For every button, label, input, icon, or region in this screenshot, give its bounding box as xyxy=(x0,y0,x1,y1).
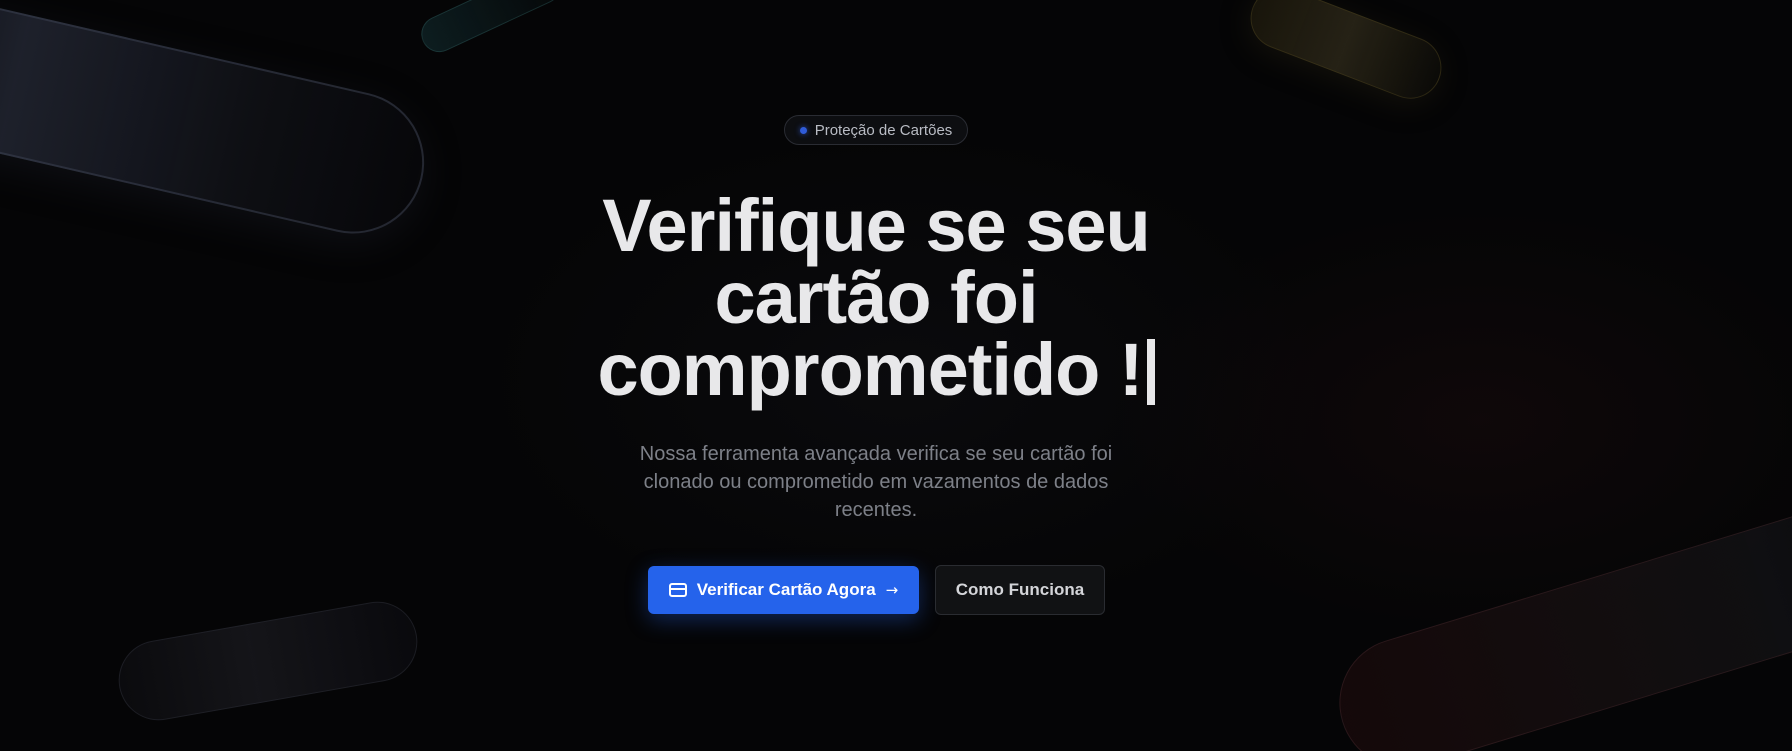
verify-card-button[interactable]: Verificar Cartão Agora → xyxy=(648,566,919,614)
hero-subtitle: Nossa ferramenta avançada verifica se se… xyxy=(639,443,1113,521)
how-it-works-button[interactable]: Como Funciona xyxy=(935,565,1105,615)
verify-card-button-label: Verificar Cartão Agora xyxy=(696,580,876,599)
hero-content: Proteção de Cartões Verifique se seu car… xyxy=(0,0,1792,751)
badge-label: Proteção de Cartões xyxy=(814,121,953,139)
how-it-works-button-label: Como Funciona xyxy=(955,580,1085,599)
hero-section: Proteção de Cartões Verifique se seu car… xyxy=(0,0,1792,751)
credit-card-icon xyxy=(668,583,687,597)
headline-line-1: Verifique se seu xyxy=(602,184,1151,267)
typing-cursor-icon xyxy=(1146,339,1155,405)
headline-line-3-text: comprometido ! xyxy=(597,328,1143,411)
headline-line-2: cartão foi xyxy=(714,256,1038,339)
status-dot-icon xyxy=(799,126,807,134)
category-badge: Proteção de Cartões xyxy=(784,115,968,145)
arrow-right-icon: → xyxy=(885,580,899,599)
headline-line-3: comprometido ! xyxy=(570,333,1182,407)
page-title: Verifique se seu cartão foi comprometido… xyxy=(570,184,1182,407)
